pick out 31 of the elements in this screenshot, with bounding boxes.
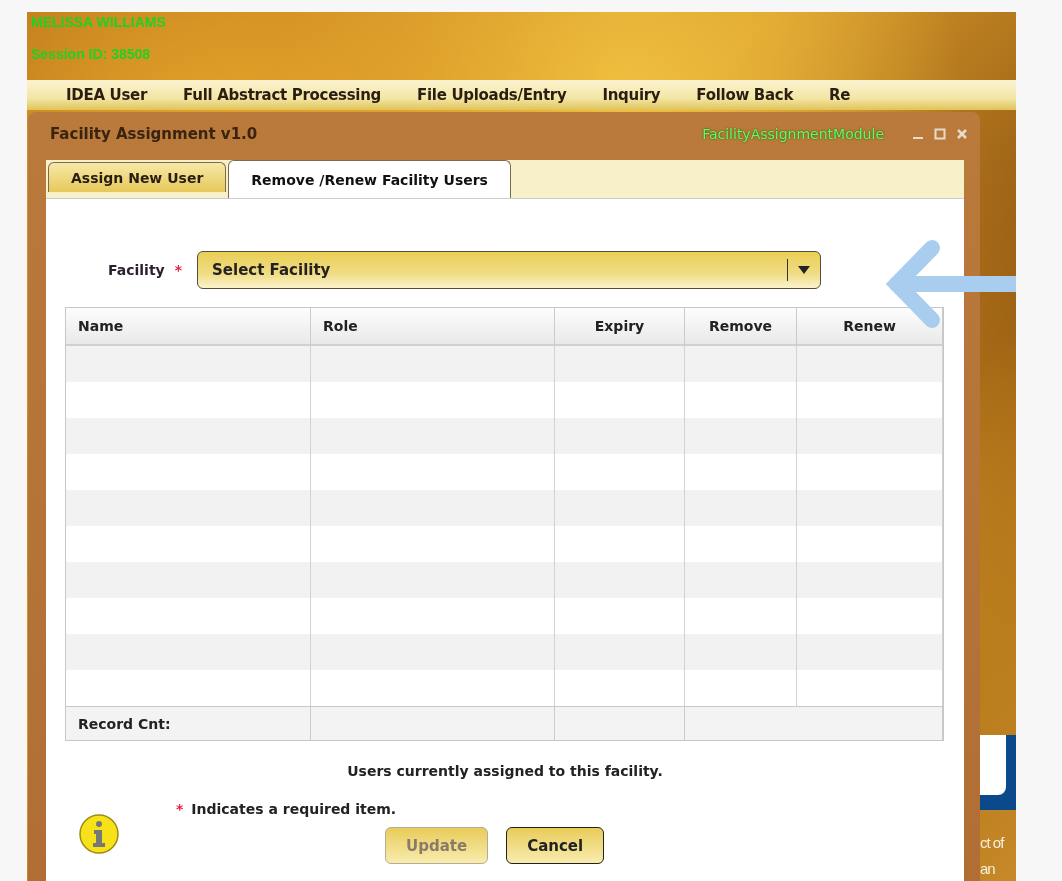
column-header: Name [66, 308, 311, 346]
required-mark: * [176, 801, 184, 817]
tab[interactable]: Assign New User [48, 162, 227, 192]
facility-label: Facility [108, 262, 165, 278]
menu-item[interactable]: Re [829, 86, 851, 104]
window-title: Facility Assignment v1.0 [50, 125, 258, 143]
menu-item[interactable]: Full Abstract Processing [183, 86, 381, 104]
record-count-label: Record Cnt: [66, 707, 311, 740]
column-header: Remove [685, 308, 797, 346]
module-name: FacilityAssignmentModule [702, 126, 884, 142]
background-text: ct of [980, 834, 1004, 851]
menu-item[interactable]: Inquiry [602, 86, 661, 104]
caret-icon [798, 266, 811, 274]
dialog-button[interactable]: Cancel [506, 827, 605, 864]
maximize-icon[interactable] [934, 128, 946, 140]
info-icon [78, 813, 120, 855]
required-mark: * [174, 262, 183, 278]
required-note: Indicates a required item. [191, 801, 397, 817]
menu-item[interactable]: File Uploads/Entry [417, 86, 567, 104]
column-header: Renew [797, 308, 943, 346]
column-header: Expiry [555, 308, 685, 346]
close-icon[interactable] [956, 128, 968, 140]
menu-item[interactable]: Follow Back [696, 86, 794, 104]
background-text: an [980, 860, 995, 877]
session-id: Session ID: 38508 [31, 46, 151, 62]
user-name: MELISSA WILLIAMS [31, 14, 166, 30]
menu-item[interactable]: IDEA User [66, 86, 148, 104]
tab[interactable]: Remove /Renew Facility Users [228, 160, 511, 198]
table-caption: Users currently assigned to this facility. [346, 763, 664, 779]
facility-dropdown[interactable]: Select Facility [197, 251, 822, 289]
column-header: Role [311, 308, 555, 346]
